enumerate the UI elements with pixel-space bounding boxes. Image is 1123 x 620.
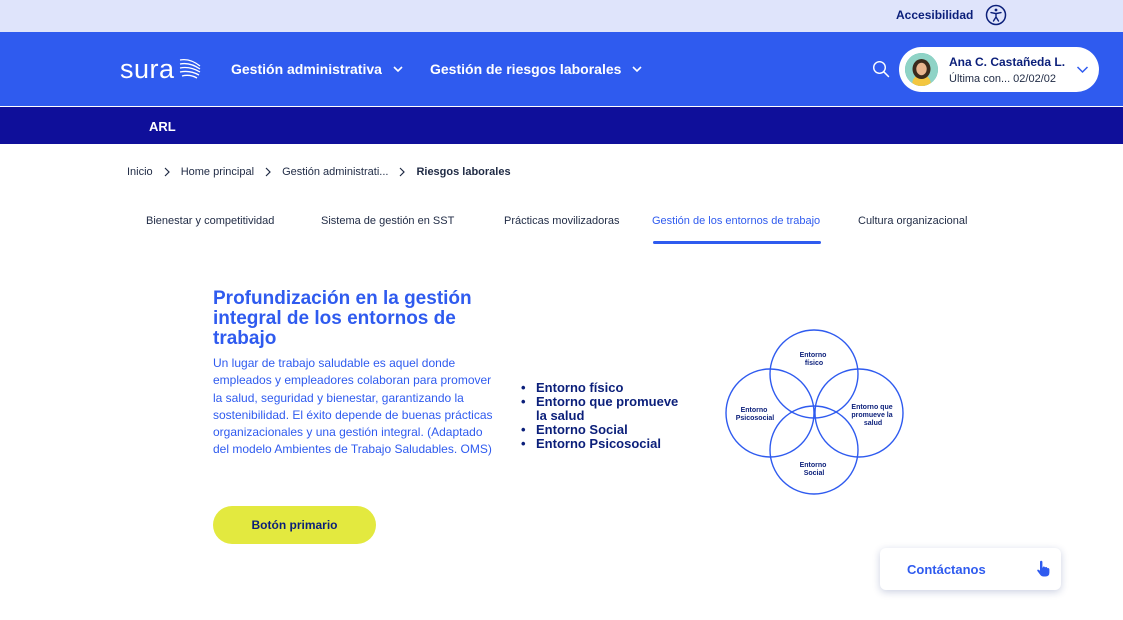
accessibility-toggle[interactable]: Accesibilidad bbox=[896, 4, 1007, 26]
accessibility-label: Accesibilidad bbox=[896, 8, 974, 22]
pointer-hand-icon bbox=[1037, 560, 1050, 577]
user-last-access: Última con... 02/02/02 bbox=[949, 73, 1057, 85]
section-bar: ARL bbox=[0, 107, 1123, 144]
nav-label: Gestión de riesgos laborales bbox=[430, 61, 622, 77]
entornos-list: Entorno físico Entorno que promueve la s… bbox=[521, 381, 681, 452]
avatar-person-icon bbox=[905, 53, 938, 86]
contact-label: Contáctanos bbox=[907, 562, 986, 577]
active-tab-indicator bbox=[653, 241, 821, 244]
tab-bar: Bienestar y competitividad Sistema de ge… bbox=[0, 215, 1123, 245]
chevron-right-icon bbox=[400, 167, 406, 177]
search-icon[interactable] bbox=[872, 60, 890, 78]
nav-gestion-administrativa[interactable]: Gestión administrativa bbox=[231, 61, 404, 77]
sura-logo[interactable]: sura bbox=[120, 54, 202, 84]
chevron-down-icon bbox=[632, 66, 642, 73]
accessibility-bar: Accesibilidad bbox=[0, 0, 1123, 32]
tab-bienestar-competitividad[interactable]: Bienestar y competitividad bbox=[146, 215, 274, 227]
main-navigation: sura Gestión administrativa Gestión de r… bbox=[0, 32, 1123, 106]
breadcrumb-inicio[interactable]: Inicio bbox=[127, 166, 153, 178]
breadcrumb-gestion-administrativa[interactable]: Gestión administrati... bbox=[282, 166, 388, 178]
venn-label-bottom: Entorno Social bbox=[800, 462, 829, 477]
chevron-right-icon bbox=[164, 167, 170, 177]
list-item: Entorno Psicosocial bbox=[521, 437, 681, 452]
tab-gestion-entornos-trabajo[interactable]: Gestión de los entornos de trabajo bbox=[652, 215, 820, 227]
chevron-down-icon bbox=[393, 66, 403, 73]
section-description: Un lugar de trabajo saludable es aquel d… bbox=[213, 356, 493, 457]
user-name: Ana C. Castañeda L. bbox=[949, 55, 1066, 69]
section-label[interactable]: ARL bbox=[149, 119, 176, 134]
venn-label-right: Entorno que promueve la salud bbox=[851, 404, 894, 427]
accessibility-icon[interactable] bbox=[985, 4, 1007, 26]
nav-label: Gestión administrativa bbox=[231, 61, 382, 77]
tab-sistema-gestion-sst[interactable]: Sistema de gestión en SST bbox=[321, 215, 454, 227]
breadcrumb-riesgos-laborales: Riesgos laborales bbox=[416, 166, 511, 178]
nav-gestion-riesgos-laborales[interactable]: Gestión de riesgos laborales bbox=[430, 61, 643, 77]
list-item: Entorno Social bbox=[521, 423, 681, 438]
venn-circle-top bbox=[769, 329, 859, 419]
chevron-right-icon bbox=[265, 167, 271, 177]
venn-label-top: Entorno físico bbox=[800, 352, 829, 367]
list-item: Entorno físico bbox=[521, 381, 681, 396]
breadcrumb: Inicio Home principal Gestión administra… bbox=[127, 166, 511, 178]
chevron-down-icon bbox=[1076, 66, 1089, 74]
logo-text: sura bbox=[120, 53, 175, 84]
breadcrumb-home-principal[interactable]: Home principal bbox=[181, 166, 254, 178]
list-item: Entorno que promueve la salud bbox=[521, 395, 681, 423]
primary-button[interactable]: Botón primario bbox=[213, 506, 376, 544]
logo-wing-icon bbox=[179, 58, 200, 79]
tab-practicas-movilizadoras[interactable]: Prácticas movilizadoras bbox=[504, 215, 620, 227]
avatar bbox=[905, 53, 938, 86]
contact-button[interactable]: Contáctanos bbox=[880, 548, 1061, 590]
section-title: Profundización en la gestión integral de… bbox=[213, 288, 472, 349]
user-menu[interactable]: Ana C. Castañeda L. Última con... 02/02/… bbox=[899, 47, 1099, 92]
venn-label-left: Entorno Psicosocial bbox=[736, 407, 775, 422]
tab-cultura-organizacional[interactable]: Cultura organizacional bbox=[858, 215, 967, 227]
entornos-venn-diagram: Entorno físico Entorno Psicosocial Entor… bbox=[725, 329, 904, 495]
